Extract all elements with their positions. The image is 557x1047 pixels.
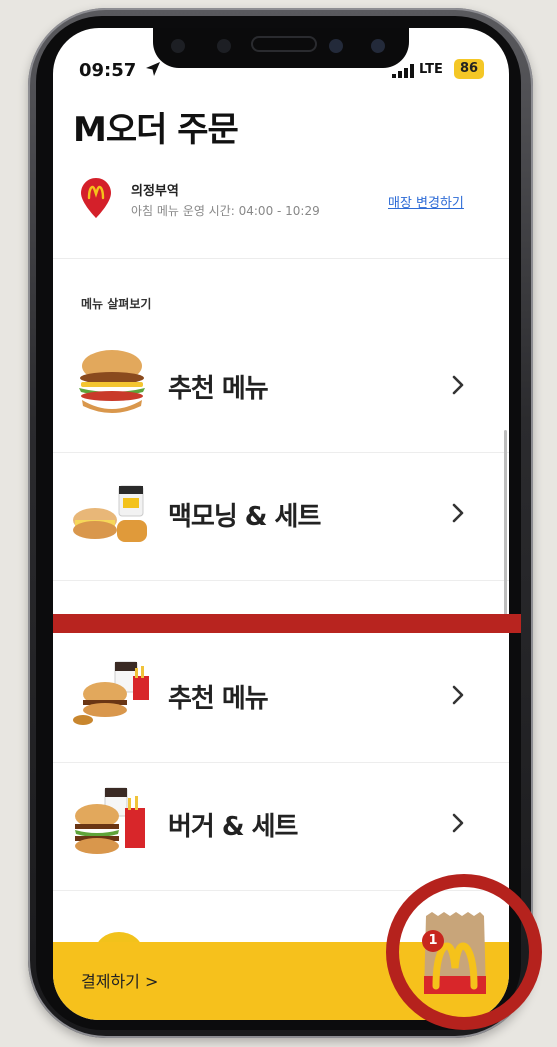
chevron-right-icon (452, 813, 464, 833)
store-section: 의정부역 아침 메뉴 운영 시간: 04:00 - 10:29 매장 변경하기 (53, 164, 509, 259)
burger-icon (79, 350, 145, 413)
breakfast-set-icon (73, 485, 147, 542)
menu-item-label: 맥모닝 & 세트 (168, 502, 321, 532)
network-label: LTE (419, 62, 443, 77)
chevron-right-icon (452, 375, 464, 395)
menu-item-label: 추천 메뉴 (168, 684, 269, 714)
menu-item-burger-set[interactable]: 버거 & 세트 (53, 762, 509, 891)
browse-menu-label: 메뉴 살펴보기 (81, 297, 152, 311)
phone-notch (153, 28, 409, 68)
location-arrow-icon (146, 62, 160, 76)
highlight-divider (53, 614, 521, 633)
burger-set-icon (75, 787, 145, 854)
menu-item-mcmorning[interactable]: 맥모닝 & 세트 (53, 452, 509, 581)
menu-item-recommended[interactable]: 추천 메뉴 (53, 324, 509, 453)
sensor-icon (217, 39, 231, 53)
scrollbar[interactable] (504, 430, 507, 630)
app-screen: 09:57 LTE 86 M오더 주문 의정부역 아침 메뉴 운영 시간: 04… (53, 28, 509, 1020)
change-store-link[interactable]: 매장 변경하기 (388, 192, 464, 211)
menu-item-recommended-2[interactable]: 추천 메뉴 (53, 634, 509, 763)
menu-item-label: 추천 메뉴 (168, 374, 269, 404)
menu-item-label: 버거 & 세트 (168, 812, 298, 842)
speaker-grille (251, 36, 317, 52)
sensor-icon (171, 39, 185, 53)
camera-icon (371, 39, 385, 53)
status-time: 09:57 (79, 60, 137, 81)
camera-icon (329, 39, 343, 53)
battery-badge: 86 (454, 59, 484, 79)
breakfast-hours: 아침 메뉴 운영 시간: 04:00 - 10:29 (131, 204, 320, 218)
store-name: 의정부역 (131, 184, 179, 199)
chevron-right-icon (452, 503, 464, 523)
mcdonalds-map-pin-icon (81, 178, 111, 218)
burger-combo-icon (73, 661, 149, 725)
chevron-right-icon (452, 685, 464, 705)
cart-count-badge: 1 (422, 930, 444, 952)
shopping-bag-icon[interactable] (420, 912, 490, 998)
signal-icon (392, 64, 414, 78)
page-title: M오더 주문 (73, 110, 239, 150)
checkout-button[interactable]: 결제하기 > (81, 968, 158, 992)
